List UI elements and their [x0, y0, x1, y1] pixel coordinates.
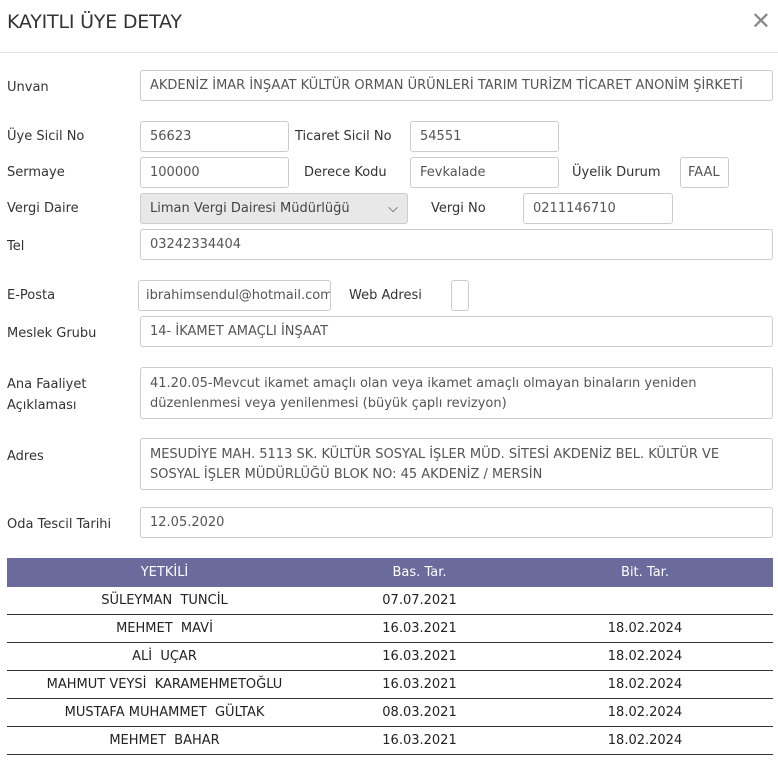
bit-tar-cell: 18.02.2024 — [517, 726, 773, 755]
ana-faaliyet-label: Ana Faaliyet — [7, 377, 87, 392]
vergi-no-field[interactable]: 0211146710 — [523, 193, 673, 224]
bas-tar-cell: 16.03.2021 — [322, 670, 517, 699]
ticaret-sicil-no-field[interactable]: 54551 — [410, 121, 559, 152]
column-header-bit-tar: Bit. Tar. — [517, 558, 773, 587]
yetkili-cell: MEHMET BAHAR — [7, 726, 322, 755]
vergi-daire-select[interactable]: Liman Vergi Dairesi Müdürlüğü ⌵ — [140, 193, 408, 224]
table-row[interactable]: SÜLEYMAN TUNCİL 07.07.2021 — [7, 587, 773, 615]
column-header-yetkili: YETKİLİ — [7, 558, 322, 587]
ticaret-sicil-no-label: Ticaret Sicil No — [295, 129, 392, 144]
bit-tar-cell: 18.02.2024 — [517, 698, 773, 727]
yetkili-cell: SÜLEYMAN TUNCİL — [7, 587, 322, 615]
bas-tar-cell: 16.03.2021 — [322, 642, 517, 671]
yetkili-cell: ALİ UÇAR — [7, 642, 322, 671]
yetkili-cell: MUSTAFA MUHAMMET GÜLTAK — [7, 698, 322, 727]
bas-tar-cell: 16.03.2021 — [322, 726, 517, 755]
oda-tescil-tarihi-label: Oda Tescil Tarihi — [7, 517, 112, 532]
table-header-row: YETKİLİ Bas. Tar. Bit. Tar. — [7, 558, 773, 587]
tel-field[interactable]: 03242334404 — [140, 229, 773, 260]
yetkili-table: YETKİLİ Bas. Tar. Bit. Tar. SÜLEYMAN TUN… — [7, 558, 773, 755]
adres-field[interactable]: MESUDİYE MAH. 5113 SK. KÜLTÜR SOSYAL İŞL… — [140, 438, 773, 490]
unvan-label: Unvan — [7, 80, 49, 95]
web-adresi-field[interactable] — [451, 280, 469, 311]
unvan-field[interactable]: AKDENİZ İMAR İNŞAAT KÜLTÜR ORMAN ÜRÜNLER… — [140, 70, 773, 101]
yetkili-cell: MAHMUT VEYSİ KARAMEHMETOĞLU — [7, 670, 322, 699]
table-body: SÜLEYMAN TUNCİL 07.07.2021 MEHMET MAVİ 16.0… — [7, 587, 773, 755]
e-posta-field[interactable]: ibrahimsendul@hotmail.com — [138, 280, 331, 311]
close-icon[interactable]: ✕ — [751, 7, 771, 35]
uyelik-durum-field[interactable]: FAAL — [680, 157, 729, 188]
bas-tar-cell: 08.03.2021 — [322, 698, 517, 727]
bit-tar-cell: 18.02.2024 — [517, 670, 773, 699]
sermaye-label: Sermaye — [7, 165, 65, 180]
table-row[interactable]: ALİ UÇAR 16.03.2021 18.02.2024 — [7, 642, 773, 671]
bit-tar-cell — [517, 587, 773, 615]
dialog-header: KAYITLI ÜYE DETAY ✕ — [0, 0, 778, 53]
bas-tar-cell: 07.07.2021 — [322, 587, 517, 615]
yetkili-cell: MEHMET MAVİ — [7, 614, 322, 643]
derece-kodu-field[interactable]: Fevkalade — [410, 157, 559, 188]
tel-label: Tel — [7, 239, 25, 254]
table-row[interactable]: MEHMET MAVİ 16.03.2021 18.02.2024 — [7, 614, 773, 643]
column-header-bas-tar: Bas. Tar. — [322, 558, 517, 587]
e-posta-label: E-Posta — [7, 288, 56, 303]
ana-faaliyet-aciklamasi-label: Açıklaması — [7, 398, 77, 413]
chevron-down-icon: ⌵ — [388, 201, 398, 216]
adres-label: Adres — [7, 449, 44, 464]
bit-tar-cell: 18.02.2024 — [517, 642, 773, 671]
bas-tar-cell: 16.03.2021 — [322, 614, 517, 643]
vergi-daire-label: Vergi Daire — [7, 201, 79, 216]
uyelik-durum-label: Üyelik Durum — [572, 165, 661, 180]
web-adresi-label: Web Adresi — [349, 288, 422, 303]
ana-faaliyet-field[interactable]: 41.20.05-Mevcut ikamet amaçlı olan veya … — [140, 367, 773, 419]
uye-sicil-no-field[interactable]: 56623 — [140, 121, 289, 152]
dialog-title: KAYITLI ÜYE DETAY — [7, 11, 182, 33]
meslek-grubu-label: Meslek Grubu — [7, 326, 97, 341]
oda-tescil-tarihi-field[interactable]: 12.05.2020 — [140, 507, 773, 538]
sermaye-field[interactable]: 100000 — [140, 157, 289, 188]
derece-kodu-label: Derece Kodu — [304, 165, 387, 180]
table-row[interactable]: MEHMET BAHAR 16.03.2021 18.02.2024 — [7, 726, 773, 755]
vergi-no-label: Vergi No — [431, 201, 486, 216]
table-row[interactable]: MAHMUT VEYSİ KARAMEHMETOĞLU 16.03.2021 18.… — [7, 670, 773, 699]
vergi-daire-selected-value: Liman Vergi Dairesi Müdürlüğü — [150, 201, 350, 216]
meslek-grubu-field[interactable]: 14- İKAMET AMAÇLI İNŞAAT — [140, 316, 773, 347]
uye-sicil-no-label: Üye Sicil No — [7, 129, 85, 144]
table-row[interactable]: MUSTAFA MUHAMMET GÜLTAK 08.03.2021 18.02.2… — [7, 698, 773, 727]
bit-tar-cell: 18.02.2024 — [517, 614, 773, 643]
